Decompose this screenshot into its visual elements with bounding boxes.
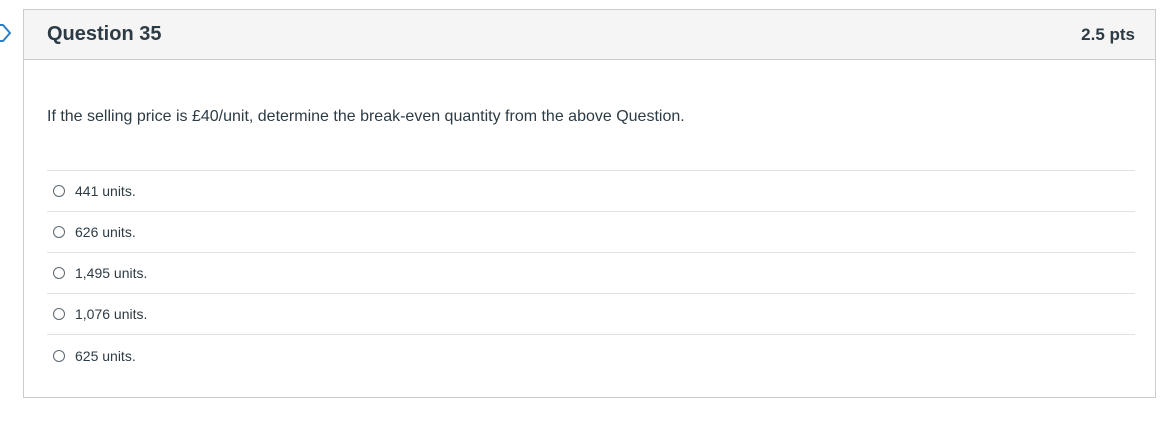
answer-label: 625 units. [75, 347, 136, 364]
radio-button[interactable] [53, 267, 65, 279]
answer-option-3[interactable]: 1,495 units. [47, 253, 1135, 294]
answer-label: 1,076 units. [75, 306, 148, 322]
radio-button[interactable] [53, 226, 65, 238]
quiz-page: Question 35 2.5 pts If the selling price… [0, 0, 1169, 421]
question-text: If the selling price is £40/unit, determ… [47, 108, 685, 125]
answer-option-4[interactable]: 1,076 units. [47, 294, 1135, 335]
answer-label: 626 units. [75, 224, 136, 240]
flag-question-icon[interactable] [0, 23, 12, 43]
question-body: If the selling price is £40/unit, determ… [24, 60, 1155, 376]
answer-option-5[interactable]: 625 units. [47, 335, 1135, 376]
question-header: Question 35 2.5 pts [24, 10, 1155, 60]
radio-button[interactable] [53, 349, 65, 362]
answer-option-2[interactable]: 626 units. [47, 212, 1135, 253]
radio-button[interactable] [53, 308, 65, 320]
answer-label: 1,495 units. [75, 265, 148, 281]
question-card: Question 35 2.5 pts If the selling price… [23, 9, 1156, 398]
answer-option-1[interactable]: 441 units. [47, 171, 1135, 212]
answer-label: 441 units. [75, 183, 136, 199]
question-title: Question 35 [47, 23, 162, 45]
question-points: 2.5 pts [1081, 24, 1135, 44]
answer-list: 441 units. 626 units. 1,495 units. 1,076… [47, 170, 1135, 376]
radio-button[interactable] [53, 185, 65, 197]
